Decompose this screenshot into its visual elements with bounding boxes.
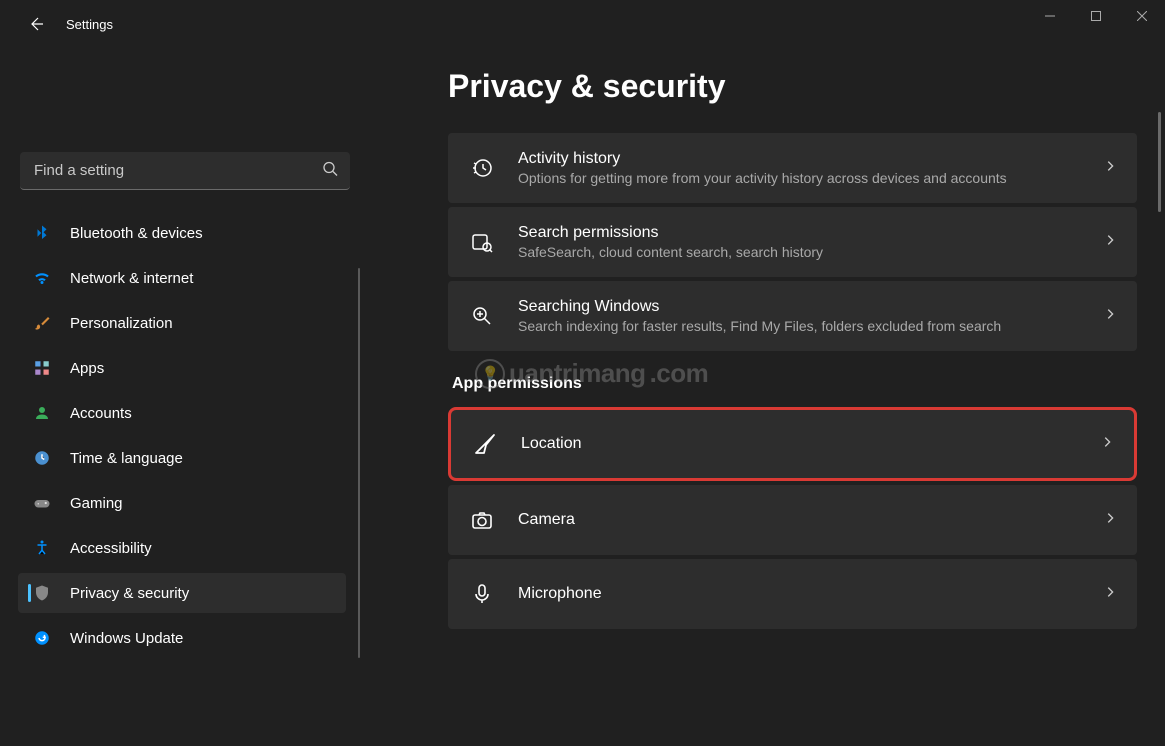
history-icon [468,154,496,182]
card-body: Search permissions SafeSearch, cloud con… [518,224,1093,260]
card-title: Searching Windows [518,298,1093,316]
search-input[interactable] [20,152,350,190]
sidebar-item-label: Network & internet [70,270,193,287]
sidebar-item-label: Apps [70,360,104,377]
apps-icon [32,358,52,378]
sidebar-item-gaming[interactable]: Gaming [18,483,346,523]
card-location[interactable]: Location [448,407,1137,481]
titlebar: Settings [0,0,1165,48]
sidebar-item-label: Accessibility [70,540,152,557]
card-subtitle: Search indexing for faster results, Find… [518,318,1093,334]
card-title: Camera [518,511,1093,529]
card-body: Location [521,435,1090,453]
sidebar-item-accounts[interactable]: Accounts [18,393,346,433]
sidebar-item-personalization[interactable]: Personalization [18,303,346,343]
card-body: Microphone [518,585,1093,603]
sidebar-item-label: Gaming [70,495,123,512]
search-perm-icon [468,228,496,256]
chevron-right-icon [1100,435,1114,454]
chevron-right-icon [1103,585,1117,604]
sidebar-scrollbar[interactable] [358,268,360,658]
card-search-permissions[interactable]: Search permissions SafeSearch, cloud con… [448,207,1137,277]
search-icon [322,161,338,182]
account-block[interactable] [10,56,360,140]
brush-icon [32,313,52,333]
update-icon [32,628,52,648]
card-body: Activity history Options for getting mor… [518,150,1093,186]
gaming-icon [32,493,52,513]
time-icon [32,448,52,468]
sidebar-item-label: Bluetooth & devices [70,225,203,242]
card-title: Microphone [518,585,1093,603]
search-wrap [20,152,350,190]
section-header-app-permissions: App permissions [452,375,1137,393]
chevron-right-icon [1103,159,1117,178]
card-activity-history[interactable]: Activity history Options for getting mor… [448,133,1137,203]
card-body: Camera [518,511,1093,529]
sidebar-item-network-internet[interactable]: Network & internet [18,258,346,298]
sidebar-item-accessibility[interactable]: Accessibility [18,528,346,568]
search-win-icon [468,302,496,330]
sidebar-item-windows-update[interactable]: Windows Update [18,618,346,658]
close-button[interactable] [1119,0,1165,32]
camera-icon [468,506,496,534]
main-scrollbar[interactable] [1158,112,1161,212]
window-controls [1027,0,1165,32]
page-title: Privacy & security [448,68,1137,105]
close-icon [1137,11,1147,21]
microphone-icon [468,580,496,608]
chevron-right-icon [1103,511,1117,530]
bluetooth-icon [32,223,52,243]
card-body: Searching Windows Search indexing for fa… [518,298,1093,334]
sidebar-item-label: Privacy & security [70,585,189,602]
back-button[interactable] [18,6,54,42]
chevron-right-icon [1103,233,1117,252]
card-title: Search permissions [518,224,1093,242]
sidebar: Bluetooth & devices Network & internet P… [0,48,370,746]
arrow-left-icon [28,16,44,32]
privacy-icon [32,583,52,603]
chevron-right-icon [1103,307,1117,326]
minimize-icon [1045,11,1055,21]
app-title: Settings [66,17,113,32]
wifi-icon [32,268,52,288]
sidebar-item-label: Personalization [70,315,173,332]
card-camera[interactable]: Camera [448,485,1137,555]
maximize-button[interactable] [1073,0,1119,32]
sidebar-item-label: Time & language [70,450,183,467]
sidebar-item-time-language[interactable]: Time & language [18,438,346,478]
card-title: Activity history [518,150,1093,168]
card-subtitle: SafeSearch, cloud content search, search… [518,244,1093,260]
card-searching-windows[interactable]: Searching Windows Search indexing for fa… [448,281,1137,351]
sidebar-item-privacy-security[interactable]: Privacy & security [18,573,346,613]
location-icon [471,430,499,458]
card-subtitle: Options for getting more from your activ… [518,170,1093,186]
accessibility-icon [32,538,52,558]
card-title: Location [521,435,1090,453]
sidebar-item-label: Accounts [70,405,132,422]
sidebar-item-label: Windows Update [70,630,183,647]
card-microphone[interactable]: Microphone [448,559,1137,629]
maximize-icon [1091,11,1101,21]
sidebar-nav: Bluetooth & devices Network & internet P… [10,208,360,746]
main-content: Privacy & security Activity history Opti… [370,48,1165,746]
account-icon [32,403,52,423]
sidebar-item-bluetooth-devices[interactable]: Bluetooth & devices [18,213,346,253]
minimize-button[interactable] [1027,0,1073,32]
sidebar-item-apps[interactable]: Apps [18,348,346,388]
